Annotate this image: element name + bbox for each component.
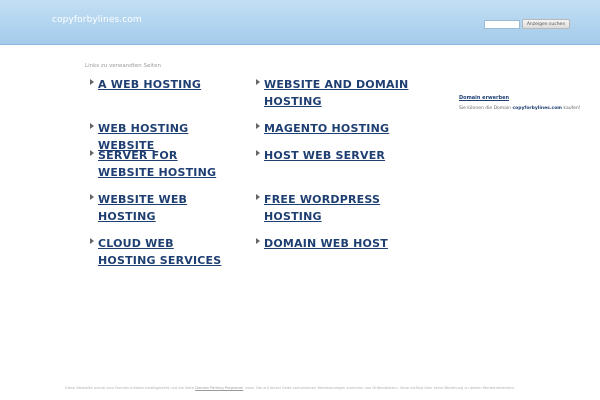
link-text[interactable]: A WEB HOSTING bbox=[98, 76, 248, 93]
link-text[interactable]: MAGENTO HOSTING bbox=[264, 120, 414, 137]
buy-domain-text-before: Sie können die Domain bbox=[459, 106, 513, 111]
buy-domain-link[interactable]: Domain erwerben bbox=[459, 95, 509, 101]
link-item[interactable]: SERVER FOR WEBSITE HOSTING bbox=[90, 147, 233, 181]
site-name: copyforbylines.com bbox=[52, 15, 142, 25]
link-item[interactable]: WEBSITE WEB HOSTING bbox=[90, 191, 248, 225]
header-bar: copyforbylines.com Anzeigen suchen bbox=[0, 0, 600, 45]
link-item[interactable]: WEBSITE AND DOMAIN HOSTING bbox=[256, 76, 414, 110]
link-item[interactable]: MAGENTO HOSTING bbox=[256, 120, 414, 137]
arrow-right-icon bbox=[256, 79, 260, 85]
link-item[interactable]: HOST WEB SERVER bbox=[256, 147, 414, 164]
link-text[interactable]: DOMAIN WEB HOST bbox=[264, 235, 414, 252]
footer-disclaimer: Diese Webseite wurde vom Domain-Inhaber … bbox=[65, 385, 565, 391]
footer-link[interactable]: Domain Parking Programm bbox=[195, 386, 243, 390]
link-item[interactable]: A WEB HOSTING bbox=[90, 76, 248, 93]
link-text[interactable]: HOST WEB SERVER bbox=[264, 147, 414, 164]
link-text[interactable]: CLOUD WEB HOSTING SERVICES bbox=[98, 235, 233, 269]
footer-text-1: Diese Webseite wurde vom Domain-Inhaber … bbox=[65, 386, 196, 390]
search-input[interactable] bbox=[484, 20, 520, 29]
arrow-right-icon bbox=[256, 123, 260, 129]
arrow-right-icon bbox=[256, 150, 260, 156]
link-text[interactable]: WEBSITE AND DOMAIN HOSTING bbox=[264, 76, 414, 110]
link-text[interactable]: SERVER FOR WEBSITE HOSTING bbox=[98, 147, 233, 181]
arrow-right-icon bbox=[256, 238, 260, 244]
buy-domain-name: copyforbylines.com bbox=[512, 106, 562, 111]
arrow-right-icon bbox=[90, 79, 94, 85]
arrow-right-icon bbox=[90, 150, 94, 156]
footer-text-2: nutzt. Die auf dieser Seite vorhandenen … bbox=[243, 386, 516, 390]
buy-domain-text: Sie können die Domain copyforbylines.com… bbox=[459, 106, 581, 111]
link-text[interactable]: WEBSITE WEB HOSTING bbox=[98, 191, 248, 225]
arrow-right-icon bbox=[256, 194, 260, 200]
link-text[interactable]: FREE WORDPRESS HOSTING bbox=[264, 191, 389, 225]
links-label: Links zu verwandten Seiten bbox=[85, 63, 161, 69]
buy-domain-text-after: kaufen! bbox=[561, 106, 581, 111]
arrow-right-icon bbox=[90, 194, 94, 200]
link-item[interactable]: CLOUD WEB HOSTING SERVICES bbox=[90, 235, 233, 269]
link-item[interactable]: DOMAIN WEB HOST bbox=[256, 235, 414, 252]
link-item[interactable]: FREE WORDPRESS HOSTING bbox=[256, 191, 389, 225]
search-button[interactable]: Anzeigen suchen bbox=[522, 19, 570, 29]
arrow-right-icon bbox=[90, 123, 94, 129]
arrow-right-icon bbox=[90, 238, 94, 244]
